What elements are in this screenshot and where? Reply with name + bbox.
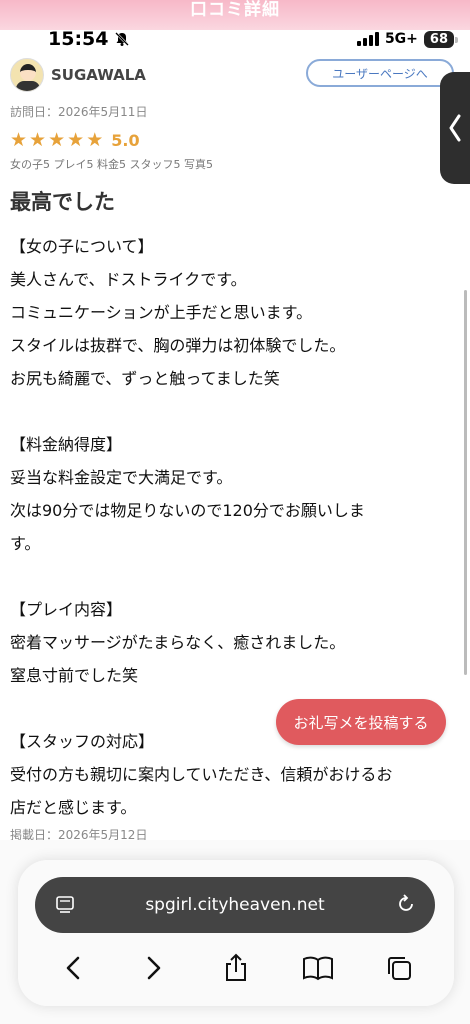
review-line: す。 xyxy=(10,534,41,553)
review-line: スタイルは抜群で、胸の弾力は初体験でした。 xyxy=(10,336,346,355)
back-button[interactable] xyxy=(55,950,91,986)
reviewer-name[interactable]: SUGAWALA xyxy=(51,66,146,84)
tabs-button[interactable] xyxy=(381,950,417,986)
status-time: 15:54 xyxy=(48,28,130,50)
star-icon: ★ xyxy=(29,129,47,151)
post-thank-photo-button[interactable]: お礼写メを投稿する xyxy=(276,699,446,745)
sub-scores: 女の子5 プレイ5 料金5 スタッフ5 写真5 xyxy=(10,158,213,171)
bell-slash-icon xyxy=(115,32,130,46)
scrollbar[interactable] xyxy=(464,290,467,675)
review-line: 密着マッサージがたまらなく、癒されました。 xyxy=(10,633,346,652)
forward-button[interactable] xyxy=(136,950,172,986)
avatar[interactable] xyxy=(10,58,44,92)
review-line: お尻も綺麗で、ずっと触ってました笑 xyxy=(10,369,280,388)
review-line xyxy=(10,395,458,428)
review-line: 美人さんで、ドストライクです。 xyxy=(10,270,247,289)
status-indicators: 5G+ 68 xyxy=(356,30,459,48)
signal-icon xyxy=(356,32,379,46)
reviewer-row: SUGAWALA ユーザーページへ xyxy=(10,55,460,95)
user-page-button[interactable]: ユーザーページへ xyxy=(306,59,454,87)
review-line: 【プレイ内容】 xyxy=(10,600,123,619)
share-icon xyxy=(225,953,246,981)
review-line: 受付の方も親切に案内していただき、信頼がおけるお xyxy=(10,765,393,784)
review-line: 【料金納得度】 xyxy=(10,435,123,454)
rating-value: 5.0 xyxy=(111,130,140,150)
share-button[interactable] xyxy=(218,950,254,986)
network-label: 5G+ xyxy=(384,31,418,47)
review-line xyxy=(10,560,458,593)
bookmarks-button[interactable] xyxy=(300,950,336,986)
chevron-right-icon xyxy=(148,956,161,980)
review-line: 次は90分では物足りないので120分でお願いしま xyxy=(10,501,365,520)
reload-icon[interactable] xyxy=(395,893,417,915)
chevron-left-icon xyxy=(449,114,461,142)
tabs-icon xyxy=(388,957,412,980)
review-line: 窒息寸前でした笑 xyxy=(10,666,139,685)
visit-date: 訪問日：2026年5月11日 xyxy=(10,105,148,119)
review-title: 最高でした xyxy=(10,190,115,214)
side-panel-tab[interactable] xyxy=(440,72,470,184)
chevron-left-icon xyxy=(66,956,80,980)
rating-row: ★ ★ ★ ★ ★ 5.0 xyxy=(10,130,140,150)
review-line: 妥当な料金設定で大満足です。 xyxy=(10,468,233,487)
star-icon: ★ xyxy=(67,129,85,151)
star-icon: ★ xyxy=(86,129,104,151)
review-line: 【女の子について】 xyxy=(10,237,154,256)
star-icon: ★ xyxy=(10,129,28,151)
review-line: 店だと感じます。 xyxy=(10,798,137,817)
status-bar: 15:54 5G+ 68 xyxy=(0,22,470,56)
battery-icon: 68 xyxy=(423,30,459,48)
book-icon xyxy=(302,956,333,981)
browser-nav-row xyxy=(18,948,454,988)
page-title: 口コミ詳細 xyxy=(190,0,280,20)
browser-toolbar: spgirl.cityheaven.net xyxy=(18,860,454,1006)
url-text: spgirl.cityheaven.net xyxy=(145,895,325,915)
review-line: コミュニケーションが上手だと思います。 xyxy=(10,303,313,322)
star-icon: ★ xyxy=(48,129,66,151)
address-bar[interactable]: spgirl.cityheaven.net xyxy=(35,877,435,933)
